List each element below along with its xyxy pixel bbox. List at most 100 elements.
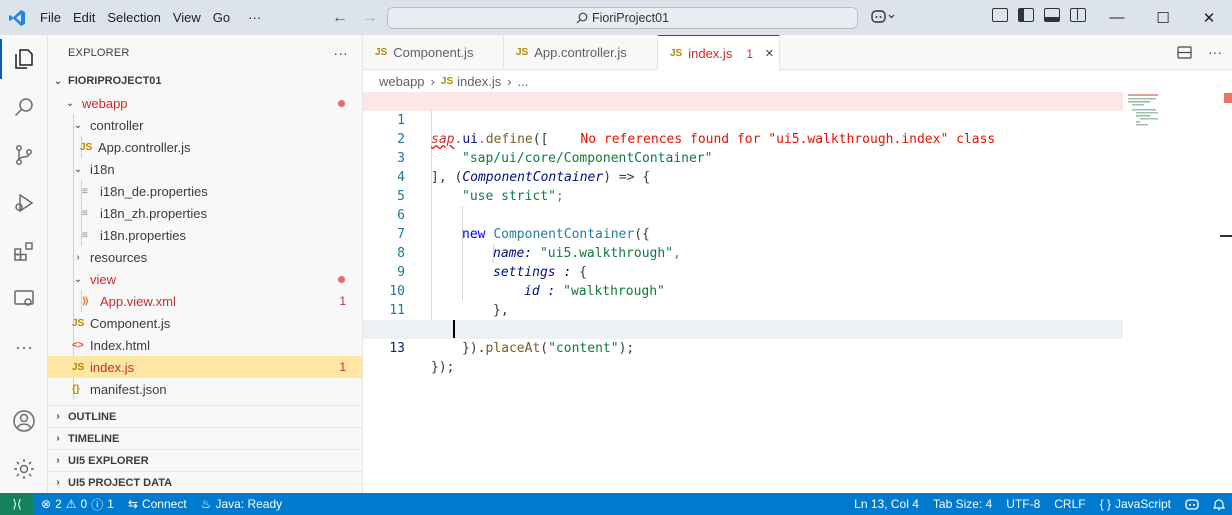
tree-folder-controller[interactable]: ⌄ controller (48, 114, 362, 136)
tab-index-js[interactable]: JS index.js 1 × (658, 35, 780, 71)
editor-more-icon[interactable]: ··· (1208, 44, 1222, 60)
tree-folder-webapp[interactable]: ⌄ webapp (48, 92, 362, 114)
tree-file-i18n[interactable]: ≡ i18n.properties (48, 224, 362, 246)
breadcrumb-folder[interactable]: webapp (379, 74, 425, 89)
extensions-icon[interactable] (0, 227, 48, 275)
notifications-bell-icon[interactable] (1206, 498, 1232, 511)
more-views-icon[interactable]: ··· (0, 323, 48, 371)
manage-gear-icon[interactable] (0, 445, 48, 493)
tab-close-icon[interactable]: × (765, 45, 774, 62)
java-label: Java: Ready (215, 497, 283, 511)
tree-file-manifest[interactable]: {} manifest.json (48, 378, 362, 400)
close-window-icon[interactable]: ✕ (1186, 0, 1232, 35)
explorer-icon[interactable] (0, 35, 48, 83)
text-cursor (453, 320, 455, 338)
accounts-icon[interactable] (0, 397, 48, 445)
back-arrow-icon[interactable]: ← (332, 9, 348, 27)
project-root[interactable]: ⌄ FIORIPROJECT01 (48, 70, 362, 92)
breadcrumb-symbol[interactable]: ... (518, 74, 529, 89)
menu-edit[interactable]: Edit (67, 0, 101, 35)
tree-file-app-view[interactable]: ⟫ App.view.xml 1 (48, 290, 362, 312)
tree-folder-view[interactable]: ⌄ view (48, 268, 362, 290)
modified-dot (338, 275, 345, 283)
code-line: 6 new ComponentContainer({ (363, 187, 1123, 242)
menu-view[interactable]: View (167, 0, 207, 35)
tree-file-index-html[interactable]: <> Index.html (48, 334, 362, 356)
menu-more[interactable]: ··· (236, 0, 267, 35)
tab-app-controller-js[interactable]: JS App.controller.js (504, 35, 658, 70)
section-outline[interactable]: › OUTLINE (48, 405, 362, 427)
problems-status[interactable]: ⊗ 2 ⚠ 0 ⓘ 1 (34, 496, 121, 513)
menu-go[interactable]: Go (207, 0, 236, 35)
search-icon[interactable] (0, 83, 48, 131)
minimap[interactable] (1128, 92, 1208, 132)
chevron-down-icon: ⌄ (53, 75, 63, 87)
menu-selection[interactable]: Selection (101, 0, 166, 35)
tree-file-index-js[interactable]: JS index.js 1 (48, 356, 362, 378)
js-file-icon: JS (440, 75, 454, 87)
tree-label: i18n_zh.properties (100, 205, 207, 221)
menu-file[interactable]: File (34, 0, 67, 35)
source-control-icon[interactable] (0, 131, 48, 179)
chevron-down-icon: ⌄ (73, 119, 83, 131)
java-icon: ♨ (200, 497, 212, 511)
tree-file-i18n-de[interactable]: ≡ i18n_de.properties (48, 180, 362, 202)
info-icon: ⓘ (91, 497, 104, 512)
tab-size[interactable]: Tab Size: 4 (926, 497, 999, 511)
chevron-right-icon: › (56, 433, 60, 444)
tree-label: Component.js (90, 315, 171, 331)
tree-folder-resources[interactable]: › resources (48, 246, 362, 268)
tree-label: resources (90, 249, 148, 265)
tree-label: i18n.properties (100, 227, 186, 243)
cursor-scroll-marker (1220, 235, 1232, 237)
tab-label: index.js (688, 46, 733, 61)
maximize-icon[interactable]: ☐ (1140, 0, 1186, 35)
remote-indicator-icon[interactable]: ⟩⟨ (0, 493, 34, 515)
code-line: 5 (363, 168, 1123, 204)
js-file-icon: JS (516, 47, 529, 58)
code-token: }); (431, 360, 455, 375)
search-icon (576, 12, 588, 24)
forward-arrow-icon[interactable]: → (362, 9, 378, 27)
copilot-icon[interactable] (870, 8, 896, 27)
code-line: 3 ], (ComponentContainer) => { (363, 130, 1123, 185)
code-token: ( (540, 341, 549, 356)
section-label: UI5 EXPLORER (68, 454, 149, 467)
run-debug-icon[interactable] (0, 179, 48, 227)
copilot-status-icon[interactable] (1178, 498, 1206, 510)
command-center[interactable]: FioriProject01 (387, 7, 858, 29)
line-number: 13 (389, 341, 405, 356)
split-editor-icon[interactable] (1177, 45, 1192, 60)
java-status[interactable]: ♨ Java: Ready (194, 497, 289, 511)
toggle-panel-icon[interactable] (1044, 8, 1060, 22)
encoding[interactable]: UTF-8 (999, 497, 1047, 511)
customize-layout-icon[interactable] (992, 8, 1008, 22)
explorer-more-icon[interactable]: ··· (333, 45, 348, 61)
section-timeline[interactable]: › TIMELINE (48, 427, 362, 449)
tree-file-i18n-zh[interactable]: ≡ i18n_zh.properties (48, 202, 362, 224)
code-editor[interactable]: 1 sap.ui.define([No references found for… (363, 92, 1232, 493)
tab-label: App.controller.js (534, 45, 627, 60)
tree-file-app-controller[interactable]: JS App.controller.js (48, 136, 362, 158)
section-label: TIMELINE (68, 432, 120, 445)
chevron-right-icon: › (56, 477, 60, 488)
menu-bar: File Edit Selection View Go ··· (34, 0, 267, 35)
end-of-line[interactable]: CRLF (1047, 497, 1092, 511)
tree-file-component[interactable]: JS Component.js (48, 312, 362, 334)
tab-component-js[interactable]: JS Component.js (363, 35, 504, 70)
cursor-position[interactable]: Ln 13, Col 4 (847, 497, 926, 511)
tab-problem-badge: 1 (746, 46, 753, 61)
js-file-icon: JS (375, 47, 388, 58)
error-scroll-marker (1224, 93, 1232, 103)
minimize-icon[interactable]: — (1094, 0, 1140, 35)
info-count: 1 (107, 497, 114, 511)
connect-status[interactable]: ⇆ Connect (121, 497, 194, 511)
remote-explorer-icon[interactable] (0, 275, 48, 323)
tree-folder-i18n[interactable]: ⌄ i18n (48, 158, 362, 180)
breadcrumb-file[interactable]: index.js (457, 74, 501, 89)
section-ui5-explorer[interactable]: › UI5 EXPLORER (48, 449, 362, 471)
section-ui5-project-data[interactable]: › UI5 PROJECT DATA (48, 471, 362, 493)
language-mode[interactable]: { } JavaScript (1093, 497, 1178, 511)
toggle-secondary-sidebar-icon[interactable] (1070, 8, 1086, 22)
toggle-primary-sidebar-icon[interactable] (1018, 8, 1034, 22)
